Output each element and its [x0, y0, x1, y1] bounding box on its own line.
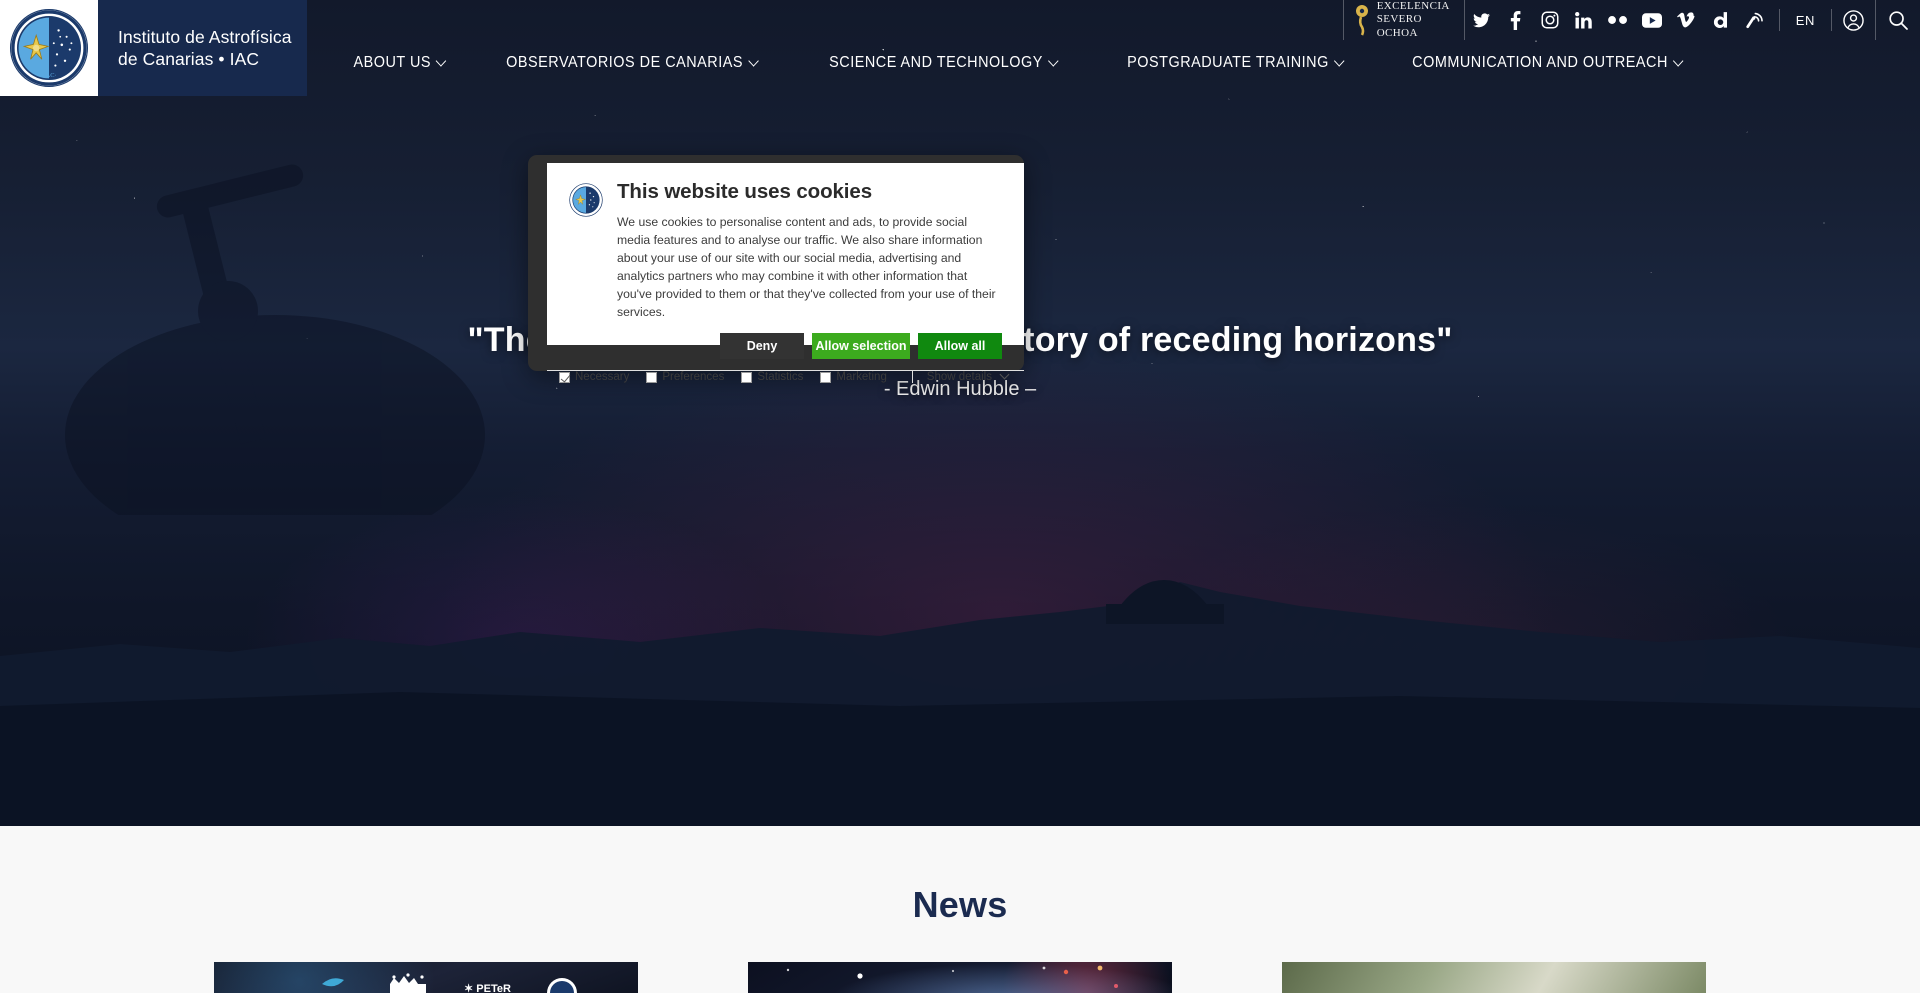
nav-label: OBSERVATORIOS DE CANARIAS [506, 54, 744, 71]
show-details-toggle[interactable]: Show details [911, 371, 1024, 384]
svg-text:✶ PETeR: ✶ PETeR [464, 983, 511, 993]
checkbox-statistics[interactable] [741, 371, 753, 383]
consent-option-label: Preferences [662, 371, 725, 384]
podcast-icon[interactable] [1737, 0, 1771, 40]
search-icon[interactable] [1876, 0, 1920, 40]
logo-tile[interactable]: ·IAC· [0, 0, 98, 96]
chevron-down-icon [1049, 57, 1057, 66]
cookie-consent-options: Necessary Preferences Statistics Marketi… [547, 370, 1024, 384]
instagram-icon[interactable] [1533, 0, 1567, 40]
nav-item-about-us[interactable]: ABOUT US [307, 54, 470, 72]
consent-option-label: Marketing [836, 371, 887, 384]
allow-all-button[interactable]: Allow all [918, 333, 1002, 360]
hero-section: "The history of astronomy is a history o… [0, 0, 1920, 826]
consent-option-label: Statistics [757, 371, 804, 384]
consent-option-marketing[interactable]: Marketing [820, 371, 887, 383]
consent-option-preferences[interactable]: Preferences [646, 371, 724, 383]
linkedin-icon[interactable] [1567, 0, 1601, 40]
dailymotion-icon[interactable] [1703, 0, 1737, 40]
nav-label: SCIENCE AND TECHNOLOGY [829, 54, 1043, 71]
severo-line3: OCHOA [1376, 26, 1418, 39]
vimeo-icon[interactable] [1669, 0, 1703, 40]
consent-option-statistics[interactable]: Statistics [741, 371, 803, 383]
main-navigation: ABOUT US OBSERVATORIOS DE CANARIAS SCIEN… [307, 54, 1730, 72]
chevron-down-icon [438, 57, 446, 66]
severo-line1: EXCELENCIA [1376, 0, 1450, 12]
mountain-ridge-silhouette [0, 406, 1920, 826]
news-thumbnail-sponsors: ✶ PETeR [322, 973, 577, 993]
org-name-line2: de Canarias • IAC [118, 49, 260, 69]
news-card[interactable]: ✶ PETeR [214, 962, 638, 993]
svg-text:·IAC·: ·IAC· [41, 72, 56, 79]
youtube-icon[interactable] [1635, 0, 1669, 40]
news-heading: News [912, 884, 1008, 925]
iac-seal-icon: ·IAC· [9, 8, 88, 87]
org-name: Instituto de Astrofísica de Canarias • I… [98, 26, 292, 71]
user-account-icon[interactable] [1832, 0, 1876, 40]
nav-item-observatorios-de-canarias[interactable]: OBSERVATORIOS DE CANARIAS [482, 54, 782, 72]
news-card-list: ✶ PETeR [0, 962, 1920, 993]
severo-ochoa-key-icon [1355, 5, 1368, 36]
severo-line2: SEVERO [1376, 13, 1422, 26]
facebook-icon[interactable] [1499, 0, 1533, 40]
checkbox-necessary[interactable] [559, 371, 570, 383]
cookie-dialog-actions: Deny Allow selection Allow all [547, 321, 1024, 360]
nav-label: COMMUNICATION AND OUTREACH [1411, 54, 1668, 71]
checkbox-preferences[interactable] [646, 371, 658, 383]
consent-checkbox-group: Necessary Preferences Statistics Marketi… [547, 371, 912, 383]
severo-ochoa-text: EXCELENCIA SEVERO OCHOA [1377, 0, 1450, 40]
deny-button[interactable]: Deny [720, 333, 804, 360]
checkbox-marketing[interactable] [820, 371, 832, 383]
chevron-down-icon [1674, 57, 1682, 66]
allow-selection-button[interactable]: Allow selection [812, 333, 910, 360]
show-details-label: Show details [926, 371, 992, 384]
consent-option-necessary[interactable]: Necessary [559, 371, 629, 383]
news-card[interactable] [1282, 962, 1706, 993]
news-card[interactable] [748, 962, 1172, 993]
nav-item-science-and-technology[interactable]: SCIENCE AND TECHNOLOGY [805, 54, 1082, 72]
iac-seal-icon [569, 183, 603, 217]
language-selector[interactable]: EN [1778, 9, 1832, 31]
logo-block[interactable]: ·IAC· Instituto de Astrofísica de Canari… [0, 0, 307, 96]
cookie-dialog-text: We use cookies to personalise content an… [617, 215, 996, 320]
nav-label: POSTGRADUATE TRAINING [1126, 54, 1329, 71]
nav-item-communication-and-outreach[interactable]: COMMUNICATION AND OUTREACH [1388, 54, 1707, 72]
cookie-consent-dialog: This website uses cookies We use cookies… [547, 163, 1024, 384]
chevron-down-icon [1335, 57, 1343, 66]
cookie-dialog-title: This website uses cookies [617, 180, 872, 203]
flickr-icon[interactable] [1601, 0, 1635, 40]
nav-label: ABOUT US [353, 54, 432, 71]
org-name-line1: Instituto de Astrofísica [118, 26, 292, 47]
nav-item-postgraduate-training[interactable]: POSTGRADUATE TRAINING [1103, 54, 1368, 72]
chevron-down-icon [750, 57, 758, 66]
cookie-dialog-body: This website uses cookies We use cookies… [547, 163, 1024, 321]
consent-option-label: Necessary [575, 371, 630, 384]
twitter-icon[interactable] [1465, 0, 1499, 40]
news-thumbnail-nebula [786, 965, 1118, 988]
header-utility-bar: EXCELENCIA SEVERO OCHOA EN [1342, 0, 1920, 40]
site-header: ·IAC· Instituto de Astrofísica de Canari… [0, 0, 1920, 96]
severo-ochoa-badge[interactable]: EXCELENCIA SEVERO OCHOA [1342, 0, 1465, 40]
chevron-down-icon [1001, 371, 1010, 380]
